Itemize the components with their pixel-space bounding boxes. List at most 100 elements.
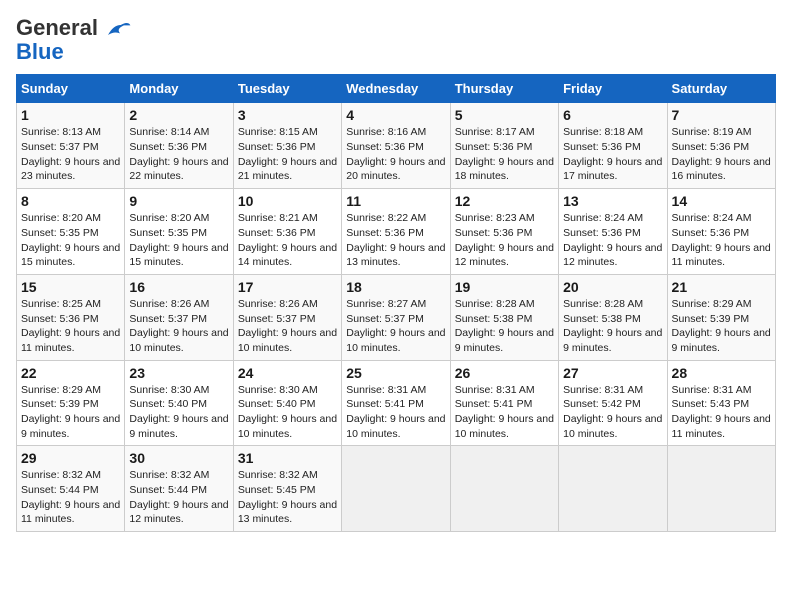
day-info: Sunrise: 8:27 AMSunset: 5:37 PMDaylight:… <box>346 297 445 356</box>
calendar-day-cell: 7 Sunrise: 8:19 AMSunset: 5:36 PMDayligh… <box>667 103 775 189</box>
day-number: 14 <box>672 193 771 209</box>
day-info: Sunrise: 8:24 AMSunset: 5:36 PMDaylight:… <box>672 211 771 270</box>
day-number: 30 <box>129 450 228 466</box>
calendar-day-cell: 30 Sunrise: 8:32 AMSunset: 5:44 PMDaylig… <box>125 446 233 532</box>
day-info: Sunrise: 8:32 AMSunset: 5:45 PMDaylight:… <box>238 468 337 527</box>
day-info: Sunrise: 8:26 AMSunset: 5:37 PMDaylight:… <box>238 297 337 356</box>
weekday-header-cell: Friday <box>559 75 667 103</box>
day-info: Sunrise: 8:24 AMSunset: 5:36 PMDaylight:… <box>563 211 662 270</box>
day-number: 12 <box>455 193 554 209</box>
calendar-day-cell: 3 Sunrise: 8:15 AMSunset: 5:36 PMDayligh… <box>233 103 341 189</box>
day-info: Sunrise: 8:15 AMSunset: 5:36 PMDaylight:… <box>238 125 337 184</box>
day-info: Sunrise: 8:25 AMSunset: 5:36 PMDaylight:… <box>21 297 120 356</box>
calendar-day-cell: 27 Sunrise: 8:31 AMSunset: 5:42 PMDaylig… <box>559 360 667 446</box>
day-info: Sunrise: 8:16 AMSunset: 5:36 PMDaylight:… <box>346 125 445 184</box>
calendar-day-cell: 9 Sunrise: 8:20 AMSunset: 5:35 PMDayligh… <box>125 189 233 275</box>
day-number: 27 <box>563 365 662 381</box>
day-number: 17 <box>238 279 337 295</box>
calendar-day-cell <box>450 446 558 532</box>
calendar-day-cell: 15 Sunrise: 8:25 AMSunset: 5:36 PMDaylig… <box>17 274 125 360</box>
day-number: 28 <box>672 365 771 381</box>
calendar-day-cell <box>559 446 667 532</box>
calendar-day-cell: 14 Sunrise: 8:24 AMSunset: 5:36 PMDaylig… <box>667 189 775 275</box>
weekday-header-cell: Monday <box>125 75 233 103</box>
day-info: Sunrise: 8:20 AMSunset: 5:35 PMDaylight:… <box>21 211 120 270</box>
day-number: 29 <box>21 450 120 466</box>
day-info: Sunrise: 8:18 AMSunset: 5:36 PMDaylight:… <box>563 125 662 184</box>
calendar-week-row: 22 Sunrise: 8:29 AMSunset: 5:39 PMDaylig… <box>17 360 776 446</box>
day-number: 11 <box>346 193 445 209</box>
calendar-week-row: 8 Sunrise: 8:20 AMSunset: 5:35 PMDayligh… <box>17 189 776 275</box>
day-info: Sunrise: 8:21 AMSunset: 5:36 PMDaylight:… <box>238 211 337 270</box>
calendar-day-cell: 16 Sunrise: 8:26 AMSunset: 5:37 PMDaylig… <box>125 274 233 360</box>
calendar-day-cell: 23 Sunrise: 8:30 AMSunset: 5:40 PMDaylig… <box>125 360 233 446</box>
calendar-day-cell: 19 Sunrise: 8:28 AMSunset: 5:38 PMDaylig… <box>450 274 558 360</box>
calendar-day-cell: 21 Sunrise: 8:29 AMSunset: 5:39 PMDaylig… <box>667 274 775 360</box>
calendar-week-row: 29 Sunrise: 8:32 AMSunset: 5:44 PMDaylig… <box>17 446 776 532</box>
calendar-day-cell: 1 Sunrise: 8:13 AMSunset: 5:37 PMDayligh… <box>17 103 125 189</box>
calendar-day-cell: 17 Sunrise: 8:26 AMSunset: 5:37 PMDaylig… <box>233 274 341 360</box>
day-info: Sunrise: 8:32 AMSunset: 5:44 PMDaylight:… <box>21 468 120 527</box>
calendar-day-cell: 29 Sunrise: 8:32 AMSunset: 5:44 PMDaylig… <box>17 446 125 532</box>
day-number: 15 <box>21 279 120 295</box>
calendar-week-row: 1 Sunrise: 8:13 AMSunset: 5:37 PMDayligh… <box>17 103 776 189</box>
day-number: 23 <box>129 365 228 381</box>
calendar-day-cell: 31 Sunrise: 8:32 AMSunset: 5:45 PMDaylig… <box>233 446 341 532</box>
calendar-day-cell: 20 Sunrise: 8:28 AMSunset: 5:38 PMDaylig… <box>559 274 667 360</box>
day-number: 2 <box>129 107 228 123</box>
calendar-day-cell <box>342 446 450 532</box>
day-info: Sunrise: 8:29 AMSunset: 5:39 PMDaylight:… <box>672 297 771 356</box>
calendar-day-cell: 18 Sunrise: 8:27 AMSunset: 5:37 PMDaylig… <box>342 274 450 360</box>
calendar-day-cell: 4 Sunrise: 8:16 AMSunset: 5:36 PMDayligh… <box>342 103 450 189</box>
calendar-table: SundayMondayTuesdayWednesdayThursdayFrid… <box>16 74 776 532</box>
day-number: 7 <box>672 107 771 123</box>
calendar-day-cell: 25 Sunrise: 8:31 AMSunset: 5:41 PMDaylig… <box>342 360 450 446</box>
day-number: 10 <box>238 193 337 209</box>
calendar-day-cell: 22 Sunrise: 8:29 AMSunset: 5:39 PMDaylig… <box>17 360 125 446</box>
day-info: Sunrise: 8:29 AMSunset: 5:39 PMDaylight:… <box>21 383 120 442</box>
day-number: 13 <box>563 193 662 209</box>
day-info: Sunrise: 8:19 AMSunset: 5:36 PMDaylight:… <box>672 125 771 184</box>
day-info: Sunrise: 8:14 AMSunset: 5:36 PMDaylight:… <box>129 125 228 184</box>
day-info: Sunrise: 8:31 AMSunset: 5:43 PMDaylight:… <box>672 383 771 442</box>
day-number: 18 <box>346 279 445 295</box>
calendar-day-cell: 11 Sunrise: 8:22 AMSunset: 5:36 PMDaylig… <box>342 189 450 275</box>
weekday-header-cell: Thursday <box>450 75 558 103</box>
calendar-day-cell: 2 Sunrise: 8:14 AMSunset: 5:36 PMDayligh… <box>125 103 233 189</box>
day-info: Sunrise: 8:17 AMSunset: 5:36 PMDaylight:… <box>455 125 554 184</box>
day-info: Sunrise: 8:20 AMSunset: 5:35 PMDaylight:… <box>129 211 228 270</box>
calendar-day-cell: 13 Sunrise: 8:24 AMSunset: 5:36 PMDaylig… <box>559 189 667 275</box>
day-info: Sunrise: 8:31 AMSunset: 5:41 PMDaylight:… <box>346 383 445 442</box>
day-number: 9 <box>129 193 228 209</box>
calendar-day-cell <box>667 446 775 532</box>
weekday-header-cell: Sunday <box>17 75 125 103</box>
day-number: 8 <box>21 193 120 209</box>
calendar-day-cell: 28 Sunrise: 8:31 AMSunset: 5:43 PMDaylig… <box>667 360 775 446</box>
day-number: 21 <box>672 279 771 295</box>
day-info: Sunrise: 8:26 AMSunset: 5:37 PMDaylight:… <box>129 297 228 356</box>
page-header: GeneralBlue <box>16 16 776 64</box>
calendar-day-cell: 8 Sunrise: 8:20 AMSunset: 5:35 PMDayligh… <box>17 189 125 275</box>
day-number: 3 <box>238 107 337 123</box>
calendar-day-cell: 24 Sunrise: 8:30 AMSunset: 5:40 PMDaylig… <box>233 360 341 446</box>
calendar-day-cell: 12 Sunrise: 8:23 AMSunset: 5:36 PMDaylig… <box>450 189 558 275</box>
day-info: Sunrise: 8:13 AMSunset: 5:37 PMDaylight:… <box>21 125 120 184</box>
day-info: Sunrise: 8:23 AMSunset: 5:36 PMDaylight:… <box>455 211 554 270</box>
logo-bird-icon <box>100 15 132 47</box>
day-info: Sunrise: 8:30 AMSunset: 5:40 PMDaylight:… <box>238 383 337 442</box>
day-number: 4 <box>346 107 445 123</box>
day-number: 22 <box>21 365 120 381</box>
weekday-header-cell: Saturday <box>667 75 775 103</box>
day-info: Sunrise: 8:31 AMSunset: 5:42 PMDaylight:… <box>563 383 662 442</box>
day-number: 19 <box>455 279 554 295</box>
day-number: 6 <box>563 107 662 123</box>
day-info: Sunrise: 8:31 AMSunset: 5:41 PMDaylight:… <box>455 383 554 442</box>
day-info: Sunrise: 8:28 AMSunset: 5:38 PMDaylight:… <box>563 297 662 356</box>
day-info: Sunrise: 8:28 AMSunset: 5:38 PMDaylight:… <box>455 297 554 356</box>
day-number: 20 <box>563 279 662 295</box>
day-number: 25 <box>346 365 445 381</box>
day-number: 1 <box>21 107 120 123</box>
day-info: Sunrise: 8:22 AMSunset: 5:36 PMDaylight:… <box>346 211 445 270</box>
logo-text: GeneralBlue <box>16 16 98 64</box>
day-number: 5 <box>455 107 554 123</box>
